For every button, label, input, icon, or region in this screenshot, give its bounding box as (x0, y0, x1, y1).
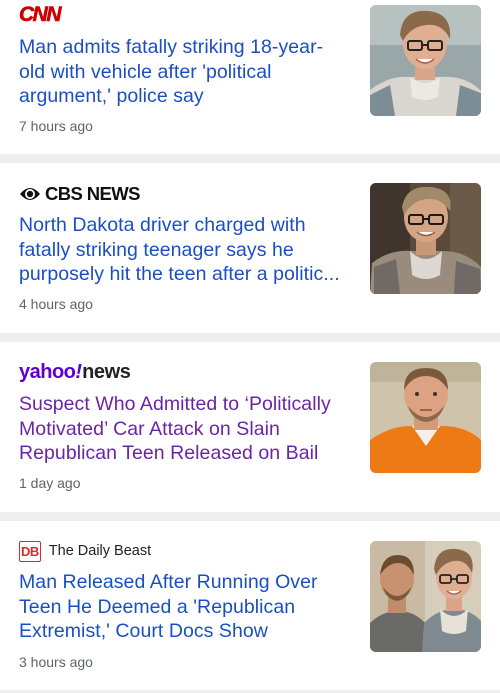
cbs-eye-icon (20, 188, 40, 200)
article-headline[interactable]: Man admits fatally striking 18-year-old … (19, 35, 349, 109)
cnn-logo: CNN (19, 3, 62, 27)
portrait-teen-glasses-icon (370, 5, 481, 116)
source-cnn: CNN (19, 3, 62, 27)
article-headline[interactable]: North Dakota driver charged with fatally… (19, 213, 349, 287)
news-feed: CNN Man admits fatally striking 18-year-… (0, 0, 500, 693)
composite-portraits-icon (370, 541, 481, 652)
article-timestamp: 3 hours ago (19, 654, 93, 670)
news-card-cbs[interactable]: CBS NEWS North Dakota driver charged wit… (0, 163, 500, 333)
card-divider (0, 333, 500, 342)
article-headline[interactable]: Suspect Who Admitted to ‘Politically Mot… (19, 392, 349, 466)
card-divider (0, 154, 500, 163)
news-card-cnn[interactable]: CNN Man admits fatally striking 18-year-… (0, 0, 500, 154)
daily-beast-logo-icon: DB (19, 540, 41, 562)
yahoo-logo-text: yahoo (19, 360, 76, 383)
article-thumbnail[interactable] (370, 362, 481, 473)
article-thumbnail[interactable] (370, 183, 481, 294)
yahoo-logo-news: news (82, 360, 131, 383)
article-timestamp: 4 hours ago (19, 296, 93, 312)
article-thumbnail[interactable] (370, 541, 481, 652)
news-card-daily-beast[interactable]: DB The Daily Beast Man Released After Ru… (0, 521, 500, 693)
portrait-teen-glasses-icon (370, 183, 481, 294)
news-card-yahoo[interactable]: yahoo! news Suspect Who Admitted to ‘Poli… (0, 342, 500, 512)
source-cbs: CBS NEWS (19, 183, 141, 205)
article-timestamp: 7 hours ago (19, 118, 93, 134)
article-timestamp: 1 day ago (19, 475, 81, 491)
cbs-logo-text: CBS NEWS (45, 183, 141, 204)
source-name: The Daily Beast (48, 543, 152, 559)
article-headline[interactable]: Man Released After Running Over Teen He … (19, 570, 349, 644)
source-daily-beast: DB The Daily Beast (19, 540, 151, 562)
yahoo-logo-mark: ! (75, 360, 83, 383)
portrait-suspect-orange-icon (370, 362, 481, 473)
source-yahoo-news: yahoo! news (19, 361, 131, 383)
card-divider (0, 512, 500, 521)
article-thumbnail[interactable] (370, 5, 481, 116)
